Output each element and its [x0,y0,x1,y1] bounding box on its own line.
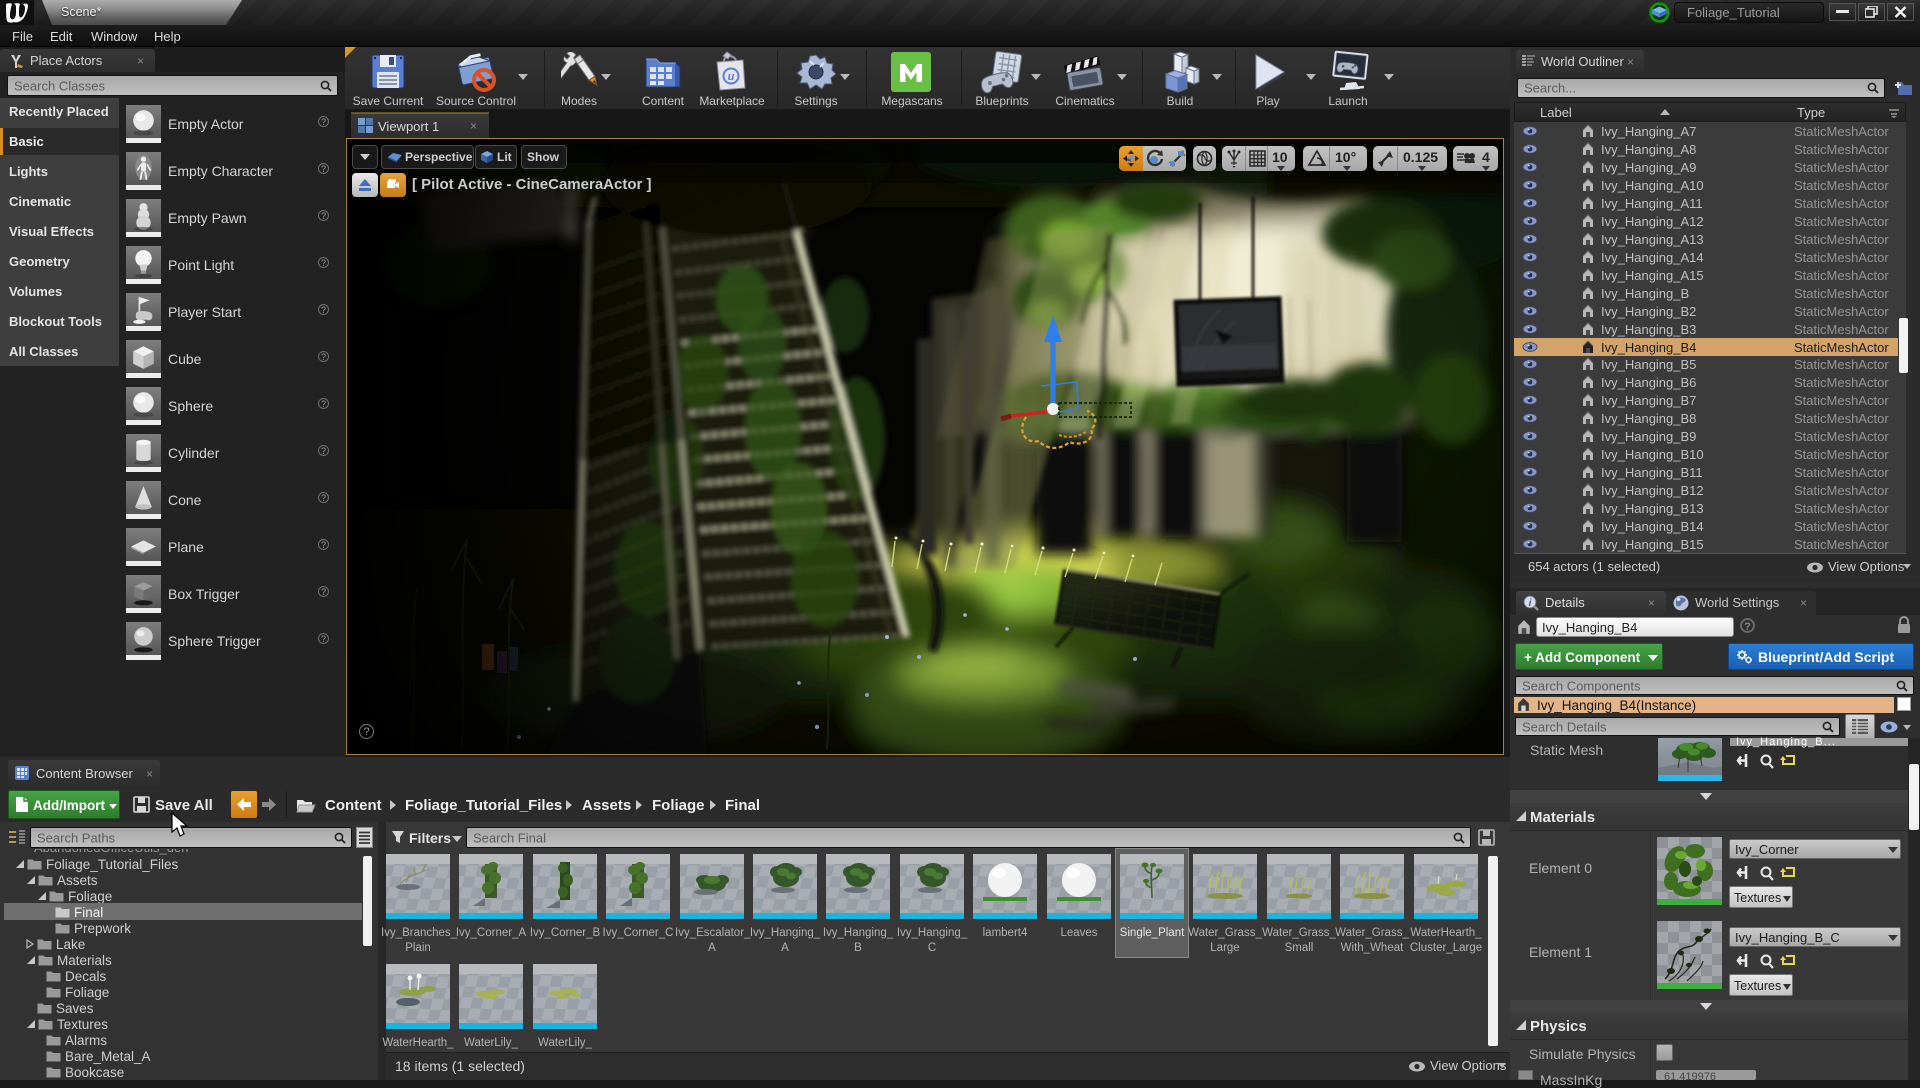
svg-text:i: i [1529,598,1532,609]
svg-text:u: u [728,71,735,83]
